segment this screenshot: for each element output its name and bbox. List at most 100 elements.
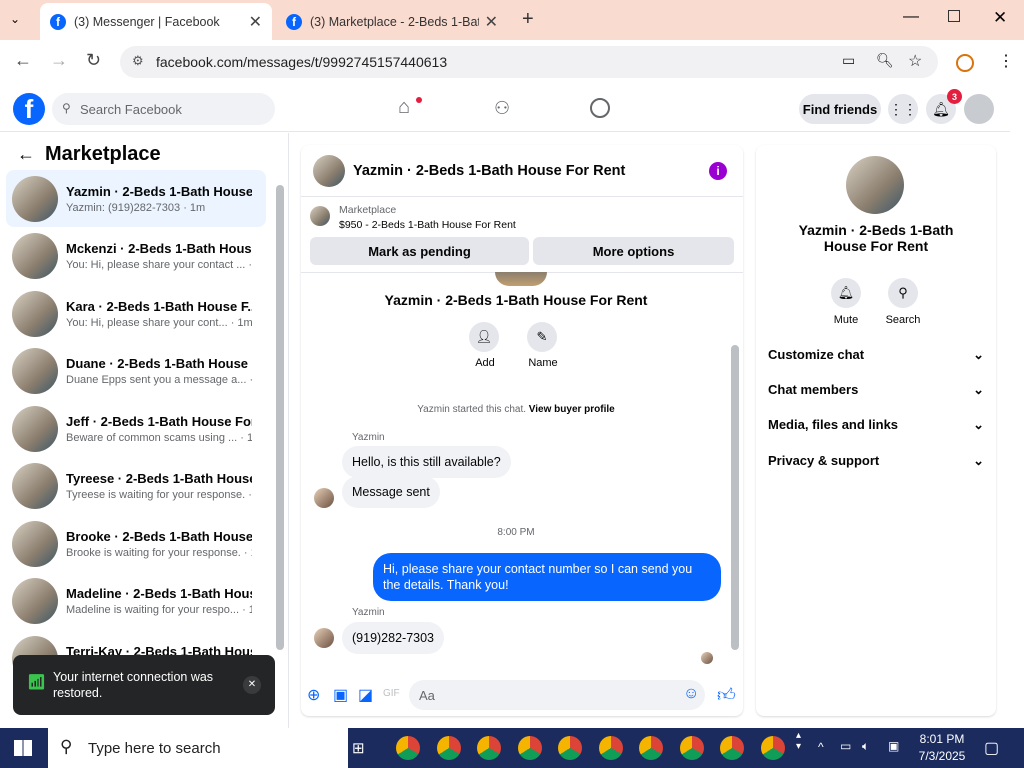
forward-arrow-icon[interactable]: → (50, 50, 68, 71)
close-toast-icon[interactable]: ✕ (243, 676, 261, 694)
site-info-icon[interactable]: ⚙ (132, 53, 144, 69)
message-bubble[interactable]: Message sent (342, 476, 440, 508)
emoji-icon[interactable]: ☺ (683, 685, 699, 703)
facebook-logo-icon[interactable]: f (13, 93, 45, 125)
chevron-down-icon: ⌄ (973, 347, 984, 362)
wifi-icon: 📶︎ (27, 674, 47, 691)
like-thumb-icon[interactable]: 👍︎ (717, 684, 736, 706)
friends-icon[interactable]: ⚇ (494, 98, 510, 119)
url-field[interactable]: ⚙ facebook.com/messages/t/99927451574406… (120, 46, 938, 78)
add-people-action[interactable]: 👤︎ Add (469, 322, 501, 369)
chrome-taskbar-icon[interactable] (436, 736, 461, 760)
chrome-taskbar-icon[interactable] (477, 736, 501, 760)
message-timestamp: 8:00 PM (497, 527, 535, 538)
sticker-icon[interactable]: ◪ (358, 685, 373, 705)
conversation-item[interactable]: Mckenzi · 2-Beds 1-Bath House ... You: Hi… (6, 228, 266, 285)
conversation-preview: Madeline is waiting for your respo... · … (66, 604, 252, 616)
browser-menu-icon[interactable]: ⋮ (998, 51, 1014, 71)
chrome-taskbar-icon[interactable] (639, 736, 663, 760)
conversation-item[interactable]: Tyreese · 2-Beds 1-Bath House F... Tyrees… (6, 458, 266, 515)
photo-icon[interactable]: ▣ (333, 685, 348, 705)
conversation-preview: You: Hi, please share your cont... · 1m (66, 316, 252, 329)
conversation-name: Tyreese · 2-Beds 1-Bath House F... (66, 471, 252, 486)
mark-as-pending-button[interactable]: Mark as pending (310, 237, 529, 265)
message-bubble-sent[interactable]: Hi, please share your contact number so … (373, 553, 721, 601)
message-input[interactable]: Aa ☺ (409, 680, 705, 710)
close-tab-icon[interactable]: ✕ (485, 12, 498, 32)
zoom-icon[interactable]: 🔍︎ (876, 52, 894, 69)
taskbar-search-input[interactable]: ⚲ Type here to search (48, 728, 348, 768)
message-composer: ⊕ ▣ ◪ GIF Aa ☺ 👍︎ (301, 675, 743, 716)
view-buyer-profile-link[interactable]: View buyer profile (529, 404, 615, 415)
plus-icon[interactable]: ⊕ (307, 685, 320, 705)
windows-start-icon[interactable] (14, 740, 32, 756)
more-options-button[interactable]: More options (533, 237, 734, 265)
chrome-taskbar-icon[interactable] (558, 736, 582, 760)
volume-icon[interactable]: 🔈︎ (862, 739, 869, 754)
conversation-item[interactable]: Brooke · 2-Beds 1-Bath House F... Brooke … (6, 515, 266, 572)
taskbar-scroll-icon[interactable]: ▴ ▾ (796, 730, 801, 752)
search-action[interactable]: ⚲ Search (873, 278, 933, 326)
listing-thumbnail[interactable] (310, 206, 330, 226)
chat-title[interactable]: Yazmin · 2-Beds 1-Bath House For Rent (353, 163, 625, 179)
section-label: Chat members (768, 382, 859, 397)
privacy-support-row[interactable]: Privacy & support ⌄ (768, 453, 984, 469)
minimize-icon[interactable]: — (903, 8, 919, 26)
show-hidden-icons-icon[interactable]: ^ (818, 740, 824, 754)
restore-icon[interactable] (948, 10, 960, 22)
tab-search-icon[interactable]: ⌄ (10, 12, 20, 26)
install-app-icon[interactable]: ▭ (842, 52, 855, 69)
conversation-preview: Beware of common scams using ... · 17h (66, 431, 252, 444)
section-label: Media, files and links (768, 417, 899, 432)
message-bubble[interactable]: (919)282-7303 (342, 622, 445, 654)
menu-grid-icon[interactable]: ⋮⋮ (888, 94, 918, 124)
chrome-taskbar-icon[interactable] (598, 736, 623, 760)
groups-icon[interactable] (590, 98, 610, 118)
gif-icon[interactable]: GIF (383, 688, 400, 699)
wifi-tray-icon[interactable]: ▣ (888, 739, 899, 753)
chat-scrollbar[interactable] (731, 345, 739, 650)
composer-placeholder: Aa (419, 687, 435, 703)
facebook-search-input[interactable]: ⚲ Search Facebook (52, 93, 275, 125)
info-icon[interactable]: i (709, 162, 727, 180)
sender-avatar[interactable] (314, 488, 334, 508)
customize-chat-row[interactable]: Customize chat ⌄ (768, 347, 984, 363)
conversation-item[interactable]: Duane · 2-Beds 1-Bath House F... Duane Ep… (6, 343, 266, 400)
list-scrollbar[interactable] (276, 185, 284, 650)
listing-title[interactable]: $950 - 2-Beds 1-Bath House For Rent (339, 219, 516, 231)
notification-center-icon[interactable]: ▢ (984, 738, 999, 758)
account-avatar[interactable] (964, 94, 994, 124)
profile-icon[interactable] (956, 54, 974, 72)
chrome-taskbar-icon[interactable] (517, 736, 542, 760)
mute-action[interactable]: 🔔︎ Mute (816, 278, 876, 326)
back-arrow-icon[interactable]: ← (17, 144, 35, 165)
chrome-taskbar-icon[interactable] (760, 736, 785, 760)
clock[interactable]: 8:01 PM 7/3/2025 (914, 732, 970, 763)
home-icon[interactable]: ⌂ (398, 96, 410, 119)
find-friends-button[interactable]: Find friends (799, 94, 881, 124)
conversation-item[interactable]: Jeff · 2-Beds 1-Bath House For R... Bewar… (6, 400, 266, 457)
sender-avatar[interactable] (314, 628, 334, 648)
bookmark-star-icon[interactable]: ☆ (908, 51, 922, 71)
task-view-icon[interactable]: ⊞ (352, 739, 365, 757)
new-tab-icon[interactable]: + (522, 8, 534, 31)
chat-avatar[interactable] (313, 154, 345, 187)
chrome-taskbar-icon[interactable] (679, 736, 704, 760)
conversation-item[interactable]: Kara · 2-Beds 1-Bath House F... You: Hi, … (6, 285, 266, 342)
conversation-item[interactable]: Madeline · 2-Beds 1-Bath House... Madelin… (6, 573, 266, 630)
network-icon[interactable]: ▭ (840, 739, 851, 753)
reload-icon[interactable]: ↻ (86, 50, 101, 71)
conversation-item[interactable]: Yazmin · 2-Beds 1-Bath House F... Yazmin:… (6, 170, 266, 227)
chat-avatar-large[interactable] (846, 156, 904, 214)
chrome-taskbar-icon[interactable] (396, 736, 420, 760)
media-files-links-row[interactable]: Media, files and links ⌄ (768, 417, 984, 433)
back-arrow-icon[interactable]: ← (14, 50, 32, 71)
chat-members-row[interactable]: Chat members ⌄ (768, 382, 984, 398)
close-tab-icon[interactable]: ✕ (249, 12, 262, 32)
tab-marketplace[interactable]: f (3) Marketplace - 2-Beds 1-Bath ✕ (276, 3, 508, 40)
nickname-action[interactable]: ✎ Name (527, 322, 559, 369)
tab-messenger[interactable]: f (3) Messenger | Facebook ✕ (40, 3, 272, 40)
close-window-icon[interactable]: ✕ (993, 8, 1007, 28)
message-bubble[interactable]: Hello, is this still available? (342, 446, 511, 478)
chrome-taskbar-icon[interactable] (720, 736, 744, 760)
